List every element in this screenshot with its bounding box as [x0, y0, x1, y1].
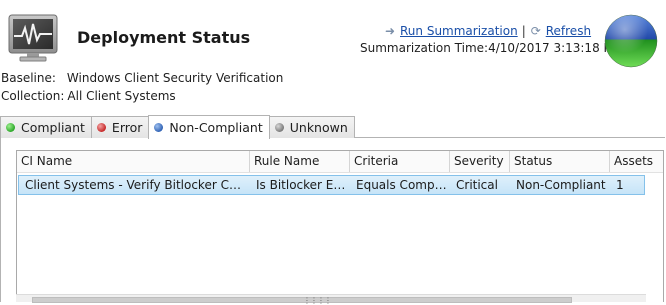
- table-row[interactable]: Client Systems - Verify Bitlocker Config…: [18, 175, 645, 195]
- summarization-label: Summarization Time:: [360, 41, 489, 55]
- cell-criteria: Equals Compliant: [356, 178, 447, 192]
- run-arrow-icon[interactable]: ➜: [383, 24, 397, 38]
- cell-rule-name: Is Bitlocker Enabled: [256, 178, 347, 192]
- tab-error[interactable]: Error: [90, 116, 150, 138]
- status-sphere-icon: [604, 14, 658, 68]
- column-header-assets[interactable]: Assets: [610, 151, 663, 172]
- cell-severity: Critical: [456, 178, 498, 192]
- collection-label: Collection:: [1, 89, 65, 103]
- green-dot-icon: [6, 123, 15, 132]
- tab-unknown[interactable]: Unknown: [268, 116, 355, 138]
- page-title: Deployment Status: [77, 28, 251, 47]
- baseline-value: Windows Client Security Verification: [66, 71, 284, 85]
- header-actions: ➜ Run Summarization | ⟳ Refresh: [383, 24, 591, 38]
- column-header-ci-name[interactable]: CI Name: [17, 151, 250, 172]
- red-dot-icon: [96, 123, 106, 132]
- tab-compliant[interactable]: Compliant: [0, 116, 92, 138]
- column-header-status[interactable]: Status: [510, 151, 610, 172]
- refresh-link[interactable]: Refresh: [546, 24, 591, 38]
- tab-label: Error: [111, 120, 143, 135]
- tab-non-compliant[interactable]: Non-Compliant: [148, 115, 270, 139]
- gray-dot-icon: [274, 123, 284, 132]
- column-header-criteria[interactable]: Criteria: [350, 151, 450, 172]
- summarization-time: Summarization Time:4/10/2017 3:13:18 PM: [360, 41, 621, 55]
- column-header-rule-name[interactable]: Rule Name: [250, 151, 350, 172]
- status-tabs: Compliant Error Non-Compliant Unknown: [0, 115, 355, 139]
- list-header: CI Name Rule Name Criteria Severity Stat…: [17, 151, 663, 173]
- cell-ci-name: Client Systems - Verify Bitlocker Config…: [25, 178, 248, 192]
- column-header-severity[interactable]: Severity: [450, 151, 510, 172]
- results-list[interactable]: CI Name Rule Name Criteria Severity Stat…: [16, 150, 664, 302]
- tab-label: Compliant: [21, 120, 85, 135]
- baseline-line: Baseline: Windows Client Security Verific…: [1, 71, 283, 85]
- cell-assets: 1: [616, 178, 624, 192]
- collection-line: Collection: All Client Systems: [1, 89, 176, 103]
- tab-label: Non-Compliant: [169, 120, 263, 135]
- link-separator: |: [521, 24, 526, 38]
- baseline-label: Baseline:: [1, 71, 56, 85]
- refresh-icon[interactable]: ⟳: [529, 24, 543, 38]
- tab-label: Unknown: [289, 120, 348, 135]
- summarization-value: 4/10/2017 3:13:18 PM: [488, 41, 622, 55]
- cell-status: Non-Compliant: [516, 178, 606, 192]
- scrollbar-thumb[interactable]: ⋮⋮⋮⋮: [32, 296, 572, 305]
- monitor-activity-icon: [8, 14, 58, 62]
- collection-value: All Client Systems: [67, 89, 176, 103]
- grip-icon: ⋮⋮⋮⋮: [303, 296, 332, 305]
- blue-dot-icon: [154, 123, 164, 132]
- run-summarization-link[interactable]: Run Summarization: [400, 24, 518, 38]
